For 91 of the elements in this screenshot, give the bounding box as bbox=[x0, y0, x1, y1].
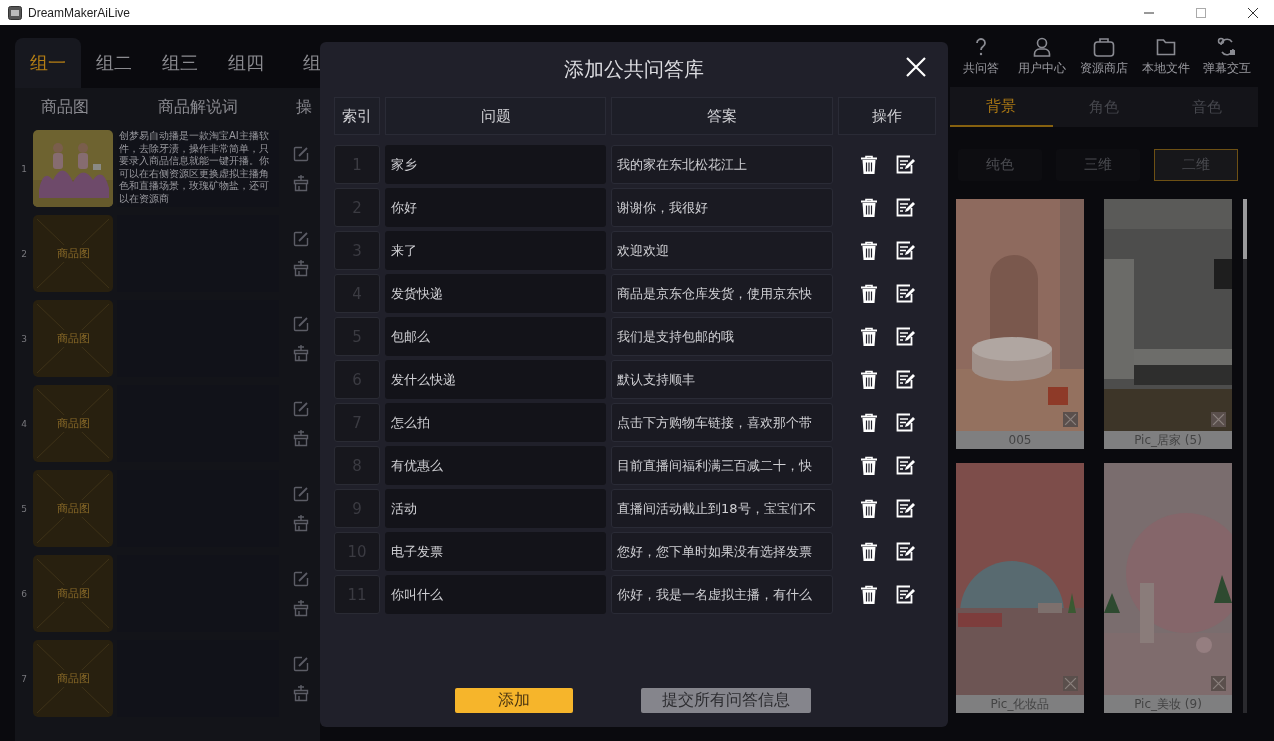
question-field[interactable]: 家乡 bbox=[385, 145, 606, 184]
user-icon bbox=[1033, 37, 1052, 57]
delete-icon[interactable] bbox=[859, 455, 878, 476]
column-header: 操作 bbox=[838, 97, 936, 135]
row-number: 1 bbox=[20, 163, 28, 174]
picture-caption: Pic_化妆品 bbox=[956, 695, 1084, 713]
clear-icon[interactable] bbox=[293, 343, 309, 362]
picture-caption: Pic_美妆 (9) bbox=[1104, 695, 1232, 713]
toolbar-button[interactable]: 用户中心 bbox=[1011, 37, 1074, 85]
edit-icon[interactable] bbox=[895, 542, 915, 561]
row-number: 5 bbox=[20, 503, 28, 514]
delete-icon[interactable] bbox=[859, 584, 878, 605]
delete-icon[interactable] bbox=[859, 369, 878, 390]
delete-icon[interactable] bbox=[859, 498, 878, 519]
edit-icon[interactable] bbox=[895, 370, 915, 389]
question-field[interactable]: 活动 bbox=[385, 489, 606, 528]
toolbar-button[interactable]: 共问答 bbox=[950, 37, 1012, 85]
clear-icon[interactable] bbox=[293, 598, 309, 617]
column-header: 索引 bbox=[334, 97, 380, 135]
edit-icon[interactable] bbox=[895, 413, 915, 432]
dialog-title: 添加公共问答库 bbox=[564, 56, 704, 83]
row-number: 4 bbox=[20, 418, 28, 429]
help-icon bbox=[973, 37, 988, 57]
group-tab[interactable]: 组四 bbox=[213, 38, 279, 88]
question-field[interactable]: 来了 bbox=[385, 231, 606, 270]
delete-icon[interactable] bbox=[859, 541, 878, 562]
question-field[interactable]: 包邮么 bbox=[385, 317, 606, 356]
edit-icon[interactable] bbox=[895, 198, 915, 217]
clear-icon[interactable] bbox=[293, 428, 309, 447]
edit-icon[interactable] bbox=[895, 499, 915, 518]
answer-field[interactable]: 谢谢你，我很好 bbox=[611, 188, 833, 227]
group-tab[interactable]: 组二 bbox=[81, 38, 147, 88]
delete-icon[interactable] bbox=[859, 326, 878, 347]
answer-field[interactable]: 默认支持顺丰 bbox=[611, 360, 833, 399]
clear-icon[interactable] bbox=[293, 513, 309, 532]
row-number: 3 bbox=[20, 333, 28, 344]
answer-field[interactable]: 商品是京东仓库发货，使用京东快 bbox=[611, 274, 833, 313]
folder-icon bbox=[1155, 37, 1176, 57]
toolbar-button[interactable]: 本地文件 bbox=[1134, 37, 1197, 85]
close-icon[interactable] bbox=[1248, 7, 1258, 18]
delete-icon[interactable] bbox=[859, 154, 878, 175]
window-title: DreamMakerAiLive bbox=[28, 5, 131, 20]
dialog-button[interactable]: 添加 bbox=[455, 688, 573, 713]
group-tab[interactable]: 组 bbox=[279, 38, 320, 88]
clear-icon[interactable] bbox=[293, 173, 309, 192]
question-field[interactable]: 发什么快递 bbox=[385, 360, 606, 399]
column-header: 问题 bbox=[385, 97, 606, 135]
answer-field[interactable]: 目前直播间福利满三百减二十，快 bbox=[611, 446, 833, 485]
scrollbar[interactable] bbox=[1243, 199, 1247, 713]
sync-icon bbox=[1217, 37, 1238, 57]
edit-icon[interactable] bbox=[895, 327, 915, 346]
toolbar-button[interactable]: 弹幕交互 bbox=[1196, 37, 1258, 85]
question-field[interactable]: 电子发票 bbox=[385, 532, 606, 571]
column-header: 操 bbox=[295, 96, 312, 118]
delete-icon[interactable] bbox=[859, 197, 878, 218]
group-tab[interactable]: 组三 bbox=[147, 38, 213, 88]
picture-caption: 005 bbox=[956, 431, 1084, 449]
app-logo-icon bbox=[8, 5, 22, 20]
clear-icon[interactable] bbox=[293, 258, 309, 277]
question-field[interactable]: 你好 bbox=[385, 188, 606, 227]
question-field[interactable]: 有优惠么 bbox=[385, 446, 606, 485]
toolbar-button[interactable]: 资源商店 bbox=[1073, 37, 1135, 85]
group-tab[interactable]: 组一 bbox=[15, 38, 81, 88]
answer-field[interactable]: 我的家在东北松花江上 bbox=[611, 145, 833, 184]
edit-icon[interactable] bbox=[895, 155, 915, 174]
answer-field[interactable]: 点击下方购物车链接，喜欢那个带 bbox=[611, 403, 833, 442]
resource-tab[interactable]: 背景 bbox=[950, 87, 1053, 127]
clear-icon[interactable] bbox=[293, 683, 309, 702]
answer-field[interactable]: 你好，我是一名虚拟主播，有什么 bbox=[611, 575, 833, 614]
row-number: 6 bbox=[20, 588, 28, 599]
answer-field[interactable]: 直播间活动截止到18号，宝宝们不 bbox=[611, 489, 833, 528]
question-field[interactable]: 怎么拍 bbox=[385, 403, 606, 442]
edit-icon[interactable] bbox=[895, 585, 915, 604]
column-header: 答案 bbox=[611, 97, 833, 135]
question-field[interactable]: 发货快递 bbox=[385, 274, 606, 313]
question-field[interactable]: 你叫什么 bbox=[385, 575, 606, 614]
delete-icon[interactable] bbox=[859, 240, 878, 261]
column-header: 商品图 bbox=[40, 96, 90, 118]
bag-icon bbox=[1093, 37, 1115, 57]
answer-field[interactable]: 我们是支持包邮的哦 bbox=[611, 317, 833, 356]
answer-field[interactable]: 欢迎欢迎 bbox=[611, 231, 833, 270]
answer-field[interactable]: 您好，您下单时如果没有选择发票 bbox=[611, 532, 833, 571]
dialog-button[interactable]: 提交所有问答信息 bbox=[641, 688, 811, 713]
edit-icon[interactable] bbox=[895, 241, 915, 260]
edit-icon[interactable] bbox=[895, 284, 915, 303]
delete-icon[interactable] bbox=[859, 283, 878, 304]
column-header: 商品解说词 bbox=[156, 96, 239, 118]
row-number: 7 bbox=[20, 673, 28, 684]
delete-icon[interactable] bbox=[859, 412, 878, 433]
edit-icon[interactable] bbox=[895, 456, 915, 475]
row-number: 2 bbox=[20, 248, 28, 259]
